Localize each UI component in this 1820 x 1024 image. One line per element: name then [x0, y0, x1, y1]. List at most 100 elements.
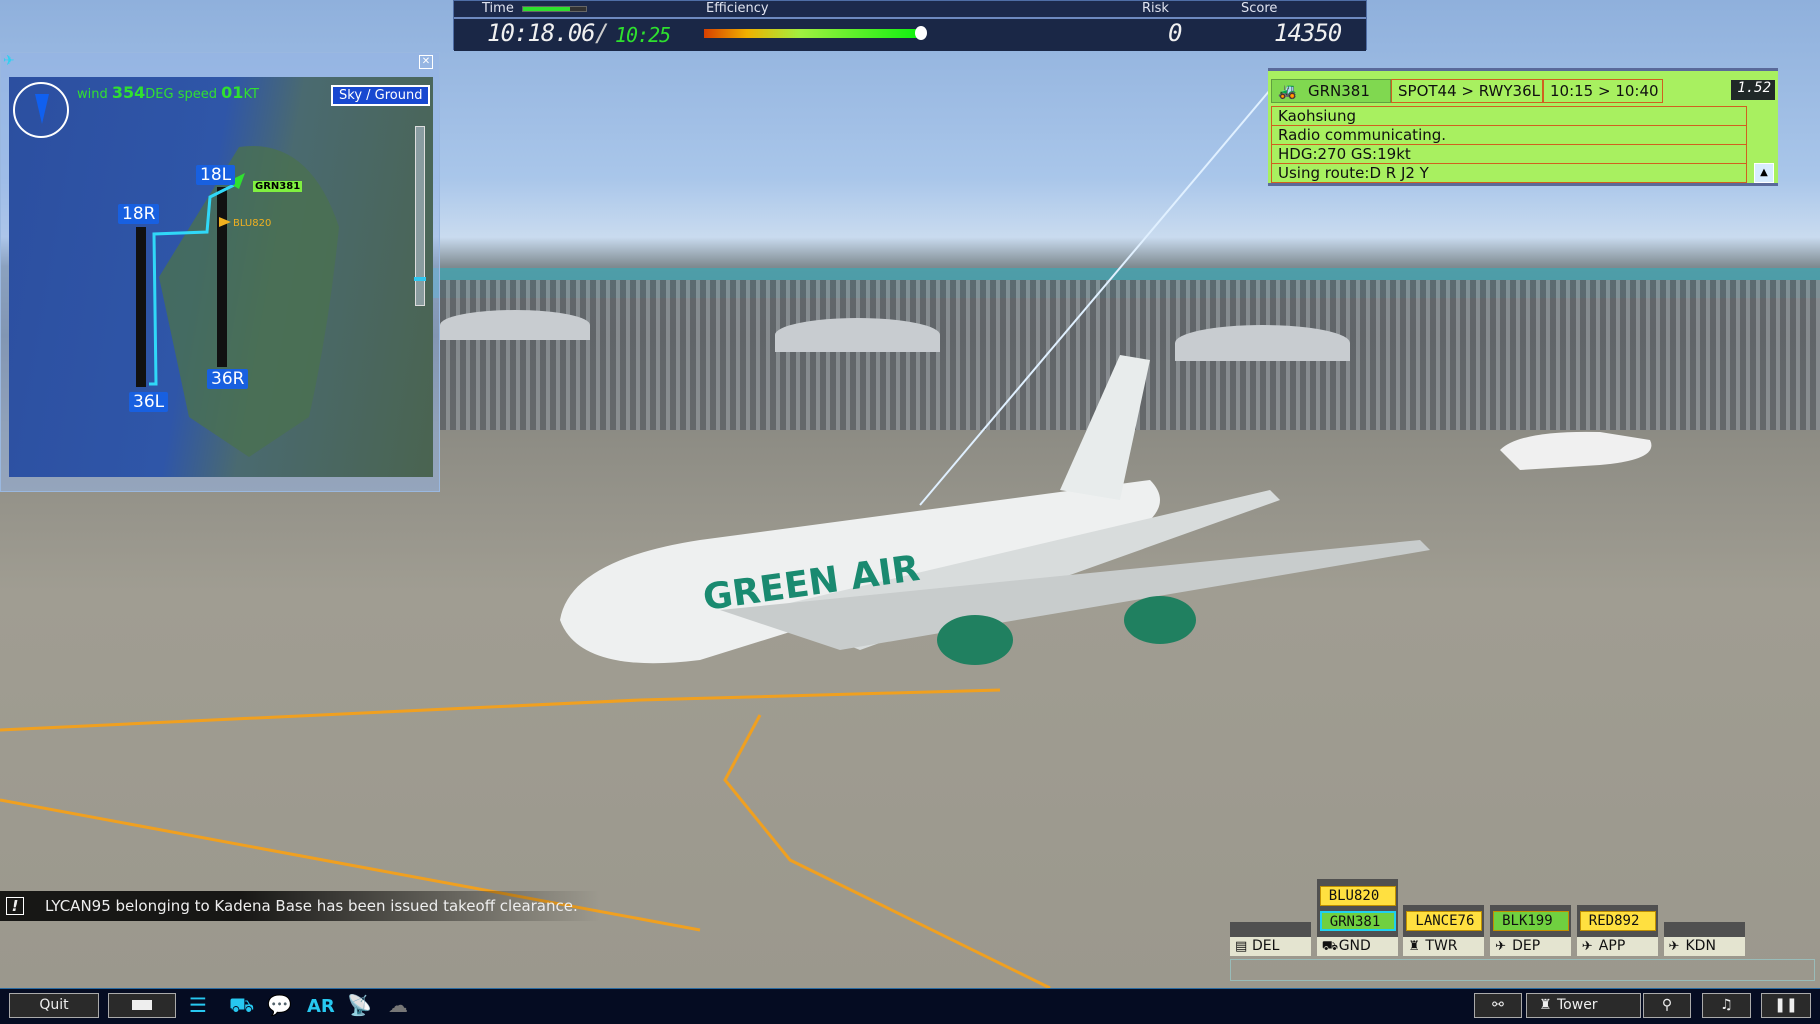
risk-value: 0	[1168, 19, 1182, 47]
tab-dep[interactable]: ✈ DEP	[1490, 937, 1572, 956]
info-line: Kaohsiung	[1271, 106, 1747, 126]
info-line: Using route:D R J2 Y	[1271, 163, 1747, 183]
aircraft-tag-blu820[interactable]: BLU820	[233, 218, 271, 229]
car-icon: 🚜	[1278, 82, 1297, 100]
tab-label: KDN	[1685, 938, 1716, 954]
efficiency-marker	[915, 26, 927, 40]
wind-direction: 354	[111, 83, 146, 102]
close-icon[interactable]: ✕	[419, 55, 433, 69]
airplane-distant	[1500, 431, 1652, 470]
tab-kdn[interactable]: ✈ KDN	[1663, 937, 1745, 956]
tab-twr[interactable]: ♜ TWR	[1403, 937, 1485, 956]
callsign-text: GRN381	[1308, 82, 1370, 100]
zoom-slider[interactable]	[414, 126, 426, 306]
search-button[interactable]: ⚲	[1643, 993, 1691, 1018]
music-icon: ♫	[1720, 997, 1733, 1013]
pause-button[interactable]: ❚❚	[1761, 993, 1811, 1018]
landing-icon[interactable]: ⛟	[229, 993, 254, 1020]
wind-arrow-icon	[35, 94, 49, 124]
pause-icon: ❚❚	[1774, 997, 1798, 1013]
tab-label: DEL	[1252, 938, 1280, 954]
tab-label: GND	[1338, 938, 1371, 954]
efficiency-bar	[704, 29, 919, 38]
score-label: Score	[1241, 1, 1278, 16]
tab-label: TWR	[1425, 938, 1458, 954]
time-progress	[522, 6, 587, 12]
runway-label[interactable]: 36R	[207, 369, 249, 389]
tower-icon: ♜	[1408, 939, 1421, 954]
jet-icon: ✈	[1668, 939, 1680, 954]
wind-speed: 01	[221, 83, 244, 102]
flight-strip[interactable]: BLU820	[1319, 886, 1396, 906]
taxi-line	[723, 714, 1051, 988]
info-times: 10:15 > 10:40	[1543, 79, 1663, 103]
car-icon: ⛟	[1321, 939, 1339, 954]
time-label: Time	[482, 1, 514, 16]
clock: 10:18.06	[487, 19, 596, 47]
time-separator: /	[595, 19, 609, 47]
sky-ground-toggle[interactable]: Sky / Ground	[331, 85, 431, 106]
tab-gnd[interactable]: ⛟ GND	[1316, 937, 1398, 956]
runway-label[interactable]: 36L	[129, 392, 169, 412]
flight-strip[interactable]: LANCE76	[1406, 911, 1483, 931]
info-timer: 1.52	[1731, 80, 1775, 100]
collapse-button[interactable]: ▲	[1754, 163, 1774, 183]
tab-label: APP	[1598, 938, 1626, 954]
tower-view-button[interactable]: ♜ Tower	[1526, 993, 1641, 1018]
score-value: 14350	[1274, 19, 1342, 47]
search-icon: ⚲	[1661, 997, 1673, 1013]
strip-column-del	[1230, 922, 1311, 937]
tower-label: Tower	[1557, 997, 1598, 1013]
tab-label: DEP	[1512, 938, 1541, 954]
alert-icon: !	[6, 897, 24, 915]
window-button[interactable]	[108, 993, 176, 1018]
binoculars-button[interactable]: ⚯	[1474, 993, 1522, 1018]
runway-label[interactable]: 18L	[196, 165, 236, 185]
wind-label: wind	[77, 87, 108, 102]
zoom-slider-handle[interactable]	[414, 277, 426, 281]
taxi-line	[0, 688, 1001, 732]
time-progress-fill	[523, 7, 571, 11]
tab-del[interactable]: ▤ DEL	[1230, 937, 1311, 956]
window-icon	[132, 1000, 152, 1010]
wind-readout: wind 354DEG speed 01KT	[77, 83, 259, 102]
flight-strip[interactable]: RED892	[1579, 911, 1656, 931]
info-route: SPOT44 > RWY36L	[1391, 79, 1543, 103]
airport-map[interactable]: wind 354DEG speed 01KT Sky / Ground 18L …	[9, 77, 433, 477]
info-line: Radio communicating.	[1271, 125, 1747, 145]
music-button[interactable]: ♫	[1702, 993, 1751, 1018]
aircraft-tag-grn381[interactable]: GRN381	[253, 181, 303, 192]
clipboard-icon: ▤	[1235, 939, 1248, 954]
quit-button[interactable]: Quit	[9, 993, 99, 1018]
tower-icon: ♜	[1539, 997, 1552, 1013]
tab-app[interactable]: ✈ APP	[1576, 937, 1658, 956]
weather-icon[interactable]: ☁	[388, 993, 408, 1017]
runway-label[interactable]: 18R	[118, 204, 160, 224]
message-bar: ! LYCAN95 belonging to Kadena Base has b…	[0, 891, 600, 921]
speed-unit: KT	[243, 87, 259, 102]
chat-icon[interactable]: 💬	[267, 993, 292, 1017]
strip-list-icon[interactable]: ☰	[189, 993, 207, 1017]
map-graphics	[136, 146, 339, 457]
airplane-grn381: GREEN AIR	[560, 355, 1430, 665]
wind-dir-unit: DEG	[145, 87, 174, 102]
flight-strip[interactable]: GRN381	[1319, 911, 1396, 931]
arrival-icon: ✈	[1581, 939, 1593, 954]
ar-button[interactable]: AR	[307, 996, 335, 1017]
radar-dish-icon[interactable]: 📡	[347, 993, 372, 1017]
target-time: 10:25	[615, 23, 671, 47]
flight-strip[interactable]: BLK199	[1493, 911, 1570, 931]
risk-label: Risk	[1142, 1, 1169, 16]
strip-tray	[1230, 959, 1815, 981]
departure-icon: ✈	[1495, 939, 1506, 954]
efficiency-bar-fill	[704, 29, 919, 38]
speed-label: speed	[177, 87, 218, 102]
radar-map-panel[interactable]: ✈ ✕ wind 354DEG speed 01KT Sky / Ground …	[0, 52, 440, 492]
binoculars-icon: ⚯	[1492, 997, 1504, 1013]
strip-column-kdn	[1663, 922, 1745, 937]
radar-icon: ✈	[3, 53, 15, 69]
efficiency-label: Efficiency	[706, 1, 769, 16]
message-text: LYCAN95 belonging to Kadena Base has bee…	[45, 897, 578, 915]
flight-info-panel: 🚜 GRN381 SPOT44 > RWY36L 10:15 > 10:40 1.…	[1268, 68, 1778, 186]
info-callsign: 🚜 GRN381	[1271, 79, 1391, 103]
